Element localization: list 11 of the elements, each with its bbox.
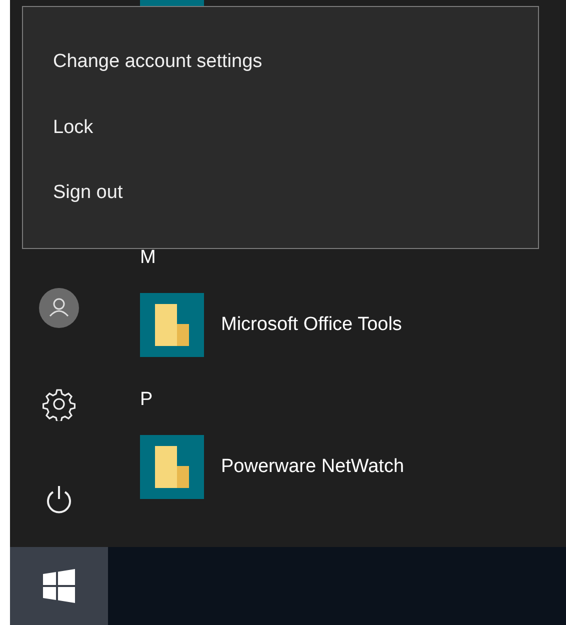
folder-icon bbox=[140, 293, 204, 357]
windows-logo-icon bbox=[42, 569, 76, 603]
app-list-item[interactable]: Powerware NetWatch bbox=[140, 435, 404, 499]
folder-icon bbox=[140, 435, 204, 499]
menu-item[interactable]: Change account settings bbox=[23, 51, 262, 117]
start-button[interactable] bbox=[10, 547, 108, 625]
user-account-button[interactable] bbox=[37, 286, 81, 330]
app-list-item[interactable]: Microsoft Office Tools bbox=[140, 293, 402, 357]
group-letter[interactable]: P bbox=[140, 380, 153, 420]
menu-item[interactable]: Lock bbox=[23, 116, 94, 182]
menu-item[interactable]: Sign out bbox=[23, 182, 123, 248]
